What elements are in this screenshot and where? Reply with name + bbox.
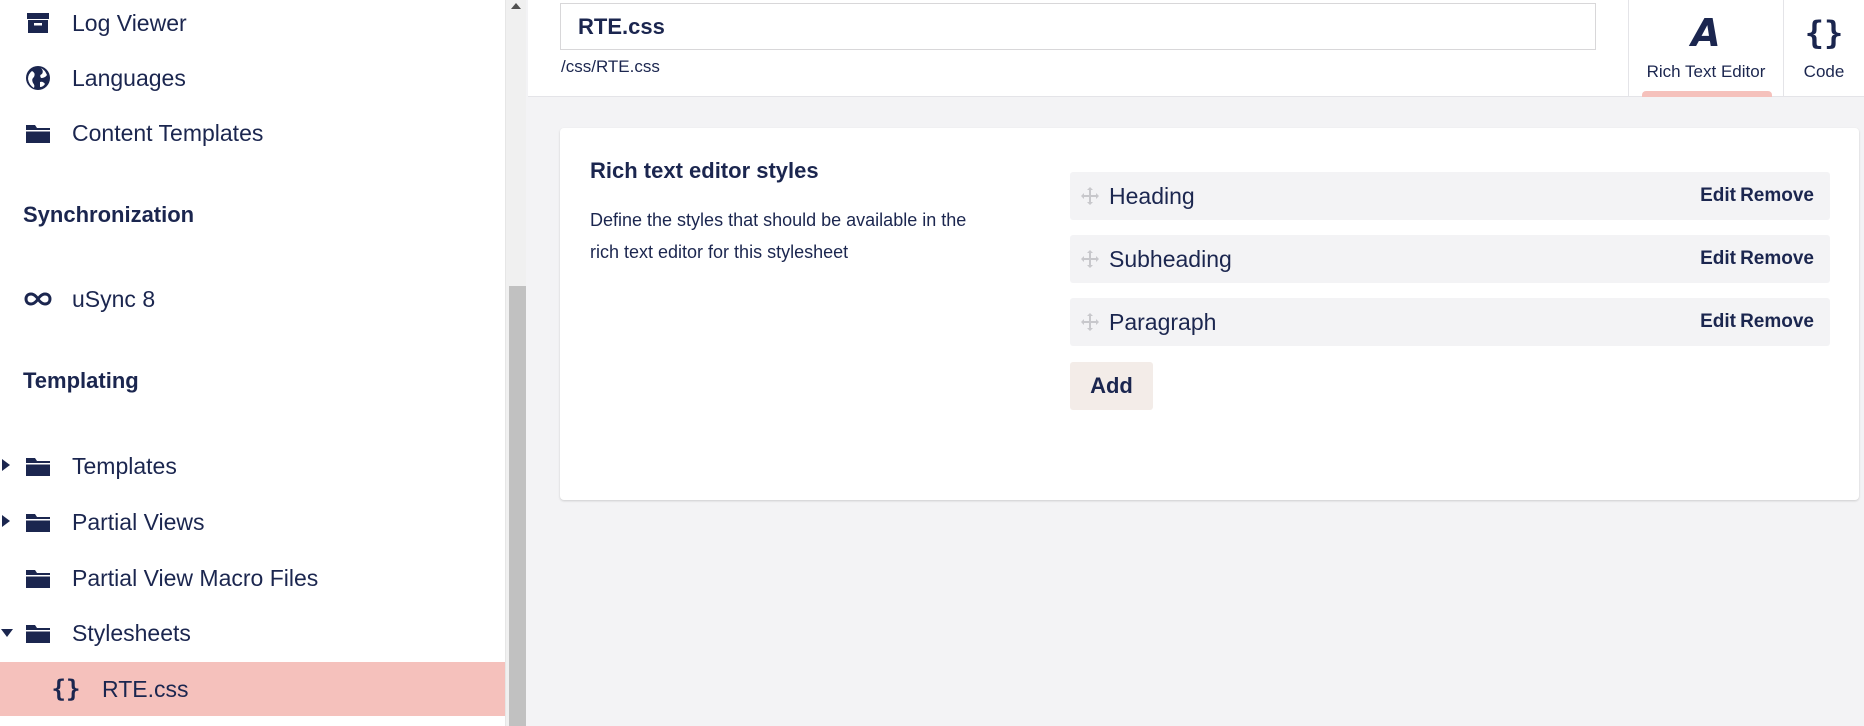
drag-handle-icon[interactable] <box>1080 312 1100 332</box>
sidebar-tree: Log Viewer Languages Content Templates S… <box>0 0 505 726</box>
tree-item-templates[interactable]: Templates <box>0 439 505 493</box>
infinity-icon <box>24 285 52 313</box>
panel-description: Define the styles that should be availab… <box>590 210 967 262</box>
section-title-synchronization: Synchronization <box>23 202 195 227</box>
tree-item-label: Templates <box>72 452 177 479</box>
tree-item-partial-view-macro-files[interactable]: Partial View Macro Files <box>0 551 505 605</box>
stylesheet-name-input[interactable] <box>560 3 1596 50</box>
tab-code[interactable]: {} Code <box>1783 0 1864 97</box>
folder-icon <box>24 452 52 480</box>
tree-item-label: RTE.css <box>102 675 189 702</box>
tree-item-label: Languages <box>72 64 186 91</box>
panel-title: Rich text editor styles <box>590 158 819 183</box>
style-row[interactable]: Subheading Edit Remove <box>1070 235 1830 283</box>
tree-item-label: Log Viewer <box>72 9 187 36</box>
sidebar-scrollbar[interactable] <box>505 0 526 726</box>
style-row-label: Heading <box>1109 182 1195 209</box>
style-row[interactable]: Paragraph Edit Remove <box>1070 298 1830 346</box>
editor-header: /css/RTE.css A Rich Text Editor {} Code <box>528 0 1864 97</box>
tree-item-partial-views[interactable]: Partial Views <box>0 495 505 549</box>
tab-rich-text-editor[interactable]: A Rich Text Editor <box>1628 0 1783 97</box>
tree-item-content-templates[interactable]: Content Templates <box>0 106 505 160</box>
tree-item-usync[interactable]: uSync 8 <box>0 272 505 326</box>
tree-item-label: Partial Views <box>72 508 205 535</box>
rte-styles-panel: Rich text editor styles Define the style… <box>560 128 1859 500</box>
folder-icon <box>24 564 52 592</box>
letter-a-icon: A <box>1691 11 1721 55</box>
archive-icon <box>24 9 52 37</box>
tab-label: Rich Text Editor <box>1646 62 1766 81</box>
remove-style-link[interactable]: Remove <box>1740 248 1814 270</box>
folder-icon <box>24 508 52 536</box>
folder-icon <box>24 119 52 147</box>
drag-handle-icon[interactable] <box>1080 186 1100 206</box>
caret-down-icon[interactable] <box>1 629 13 637</box>
edit-style-link[interactable]: Edit <box>1700 248 1736 270</box>
edit-style-link[interactable]: Edit <box>1700 311 1736 333</box>
tree-item-languages[interactable]: Languages <box>0 51 505 105</box>
code-braces-icon: {} <box>51 675 81 703</box>
tree-item-label: Partial View Macro Files <box>72 564 319 591</box>
file-path: /css/RTE.css <box>561 57 660 76</box>
style-row-label: Paragraph <box>1109 308 1217 335</box>
tab-label: Code <box>1803 62 1845 81</box>
style-row-label: Subheading <box>1109 245 1232 272</box>
globe-icon <box>24 64 52 92</box>
remove-style-link[interactable]: Remove <box>1740 185 1814 207</box>
tree-item-log-viewer[interactable]: Log Viewer <box>0 0 505 50</box>
drag-handle-icon[interactable] <box>1080 249 1100 269</box>
tree-item-rte-css[interactable]: {} RTE.css <box>0 662 505 716</box>
remove-style-link[interactable]: Remove <box>1740 311 1814 333</box>
tree-item-label: Stylesheets <box>72 619 191 646</box>
folder-icon <box>24 619 52 647</box>
caret-right-icon[interactable] <box>2 459 10 471</box>
section-title-templating: Templating <box>23 368 139 393</box>
tree-item-label: Content Templates <box>72 119 264 146</box>
tree-item-stylesheets[interactable]: Stylesheets <box>0 606 505 660</box>
caret-right-icon[interactable] <box>2 515 10 527</box>
edit-style-link[interactable]: Edit <box>1700 185 1736 207</box>
code-braces-icon: {} <box>1804 14 1844 52</box>
active-tab-indicator <box>1642 91 1772 97</box>
scroll-up-arrow-icon[interactable] <box>511 3 521 9</box>
style-row[interactable]: Heading Edit Remove <box>1070 172 1830 220</box>
add-style-button[interactable]: Add <box>1070 362 1153 410</box>
tree-item-label: uSync 8 <box>72 285 156 312</box>
scrollbar-thumb[interactable] <box>509 286 526 726</box>
